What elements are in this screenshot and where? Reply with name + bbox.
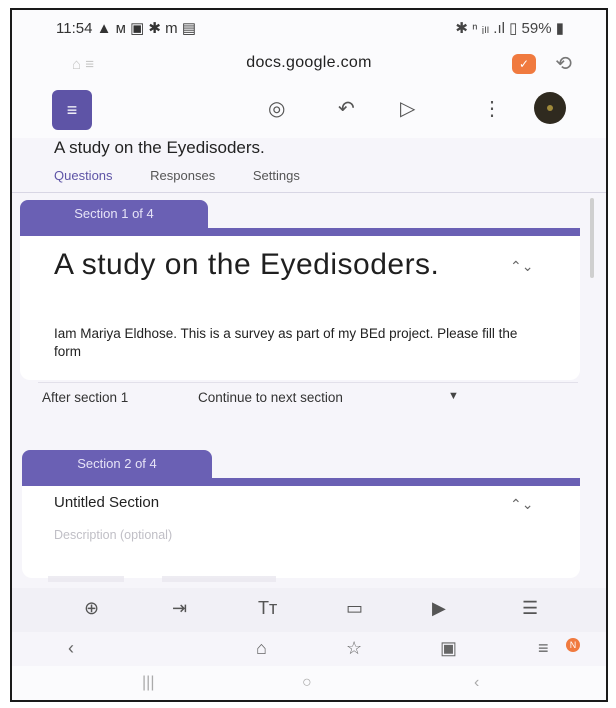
- collapse-icon[interactable]: ⌃⌄: [510, 496, 533, 513]
- form-tools-bar: ⊕ ⇥ Tт ▭ ▶ ☰: [12, 588, 606, 632]
- recents-icon[interactable]: |||: [142, 674, 154, 692]
- palette-icon[interactable]: ◎: [268, 96, 285, 121]
- forms-logo-icon: ≡: [52, 90, 92, 130]
- import-icon[interactable]: ⇥: [172, 598, 187, 619]
- menu-icon[interactable]: ≡: [538, 638, 549, 659]
- tab-responses[interactable]: Responses: [150, 168, 215, 183]
- bookmark-star-icon[interactable]: ☆: [346, 638, 362, 659]
- forms-toolbar: ≡ ◎ ↶ ▷ ⋮: [12, 84, 606, 138]
- after-section-select[interactable]: Continue to next section: [198, 390, 343, 405]
- section-icon[interactable]: ☰: [522, 598, 538, 619]
- browser-url-bar: ⌂ ≡ docs.google.com ✓ ⟲: [12, 42, 606, 84]
- system-nav-bar: ||| ○ ‹: [12, 666, 606, 700]
- video-icon[interactable]: ▶: [432, 598, 446, 619]
- document-title[interactable]: A study on the Eyedisoders.: [54, 138, 265, 158]
- section2-label: Section 2 of 4: [22, 450, 212, 478]
- tabs-icon[interactable]: ▣: [440, 638, 457, 659]
- status-time: 11:54 ▲ ᴍ ▣ ✱ m ▤: [56, 20, 196, 37]
- partially-hidden-text: [48, 576, 428, 582]
- scrollbar[interactable]: [590, 198, 594, 278]
- phone-screen: 11:54 ▲ ᴍ ▣ ✱ m ▤ ✱ ⁿ ᵢₗₗ .ıl ▯ 59% ▮ ⌂ …: [10, 8, 608, 702]
- title-text-icon[interactable]: Tт: [258, 598, 277, 619]
- avatar[interactable]: [534, 92, 566, 124]
- back-button-icon[interactable]: ‹: [474, 674, 479, 692]
- after-section-label: After section 1: [42, 390, 129, 405]
- undo-icon[interactable]: ↶: [338, 96, 355, 121]
- tab-settings[interactable]: Settings: [253, 168, 300, 183]
- tab-questions[interactable]: Questions: [54, 168, 113, 183]
- home-button-icon[interactable]: ○: [302, 674, 312, 692]
- tabs-divider: [12, 192, 606, 193]
- image-icon[interactable]: ▭: [346, 598, 363, 619]
- form-tabs: Questions Responses Settings: [54, 168, 334, 183]
- home-icon[interactable]: ⌂: [256, 638, 267, 659]
- form-description[interactable]: Iam Mariya Eldhose. This is a survey as …: [54, 325, 524, 361]
- section1-label: Section 1 of 4: [20, 200, 208, 228]
- form-heading[interactable]: A study on the Eyedisoders.: [54, 248, 474, 282]
- status-bar: 11:54 ▲ ᴍ ▣ ✱ m ▤ ✱ ⁿ ᵢₗₗ .ıl ▯ 59% ▮: [12, 10, 606, 42]
- collapse-icon[interactable]: ⌃⌄: [510, 258, 533, 275]
- section2-description-field[interactable]: Description (optional): [54, 528, 172, 542]
- section2-title[interactable]: Untitled Section: [54, 494, 159, 511]
- divider: [38, 382, 578, 383]
- shield-icon[interactable]: ✓: [512, 54, 536, 74]
- status-indicators: ✱ ⁿ ᵢₗₗ .ıl ▯ 59% ▮: [455, 20, 564, 37]
- dropdown-arrow-icon[interactable]: ▼: [448, 390, 459, 402]
- more-vert-icon[interactable]: ⋮: [482, 96, 502, 121]
- send-icon[interactable]: ▷: [400, 96, 415, 121]
- refresh-icon[interactable]: ⟲: [555, 51, 572, 76]
- add-circle-icon[interactable]: ⊕: [84, 598, 99, 619]
- back-icon[interactable]: ‹: [68, 638, 74, 659]
- notification-badge: N: [566, 638, 580, 652]
- browser-nav-bar: ‹ ⌂ ☆ ▣ ≡: [12, 632, 606, 666]
